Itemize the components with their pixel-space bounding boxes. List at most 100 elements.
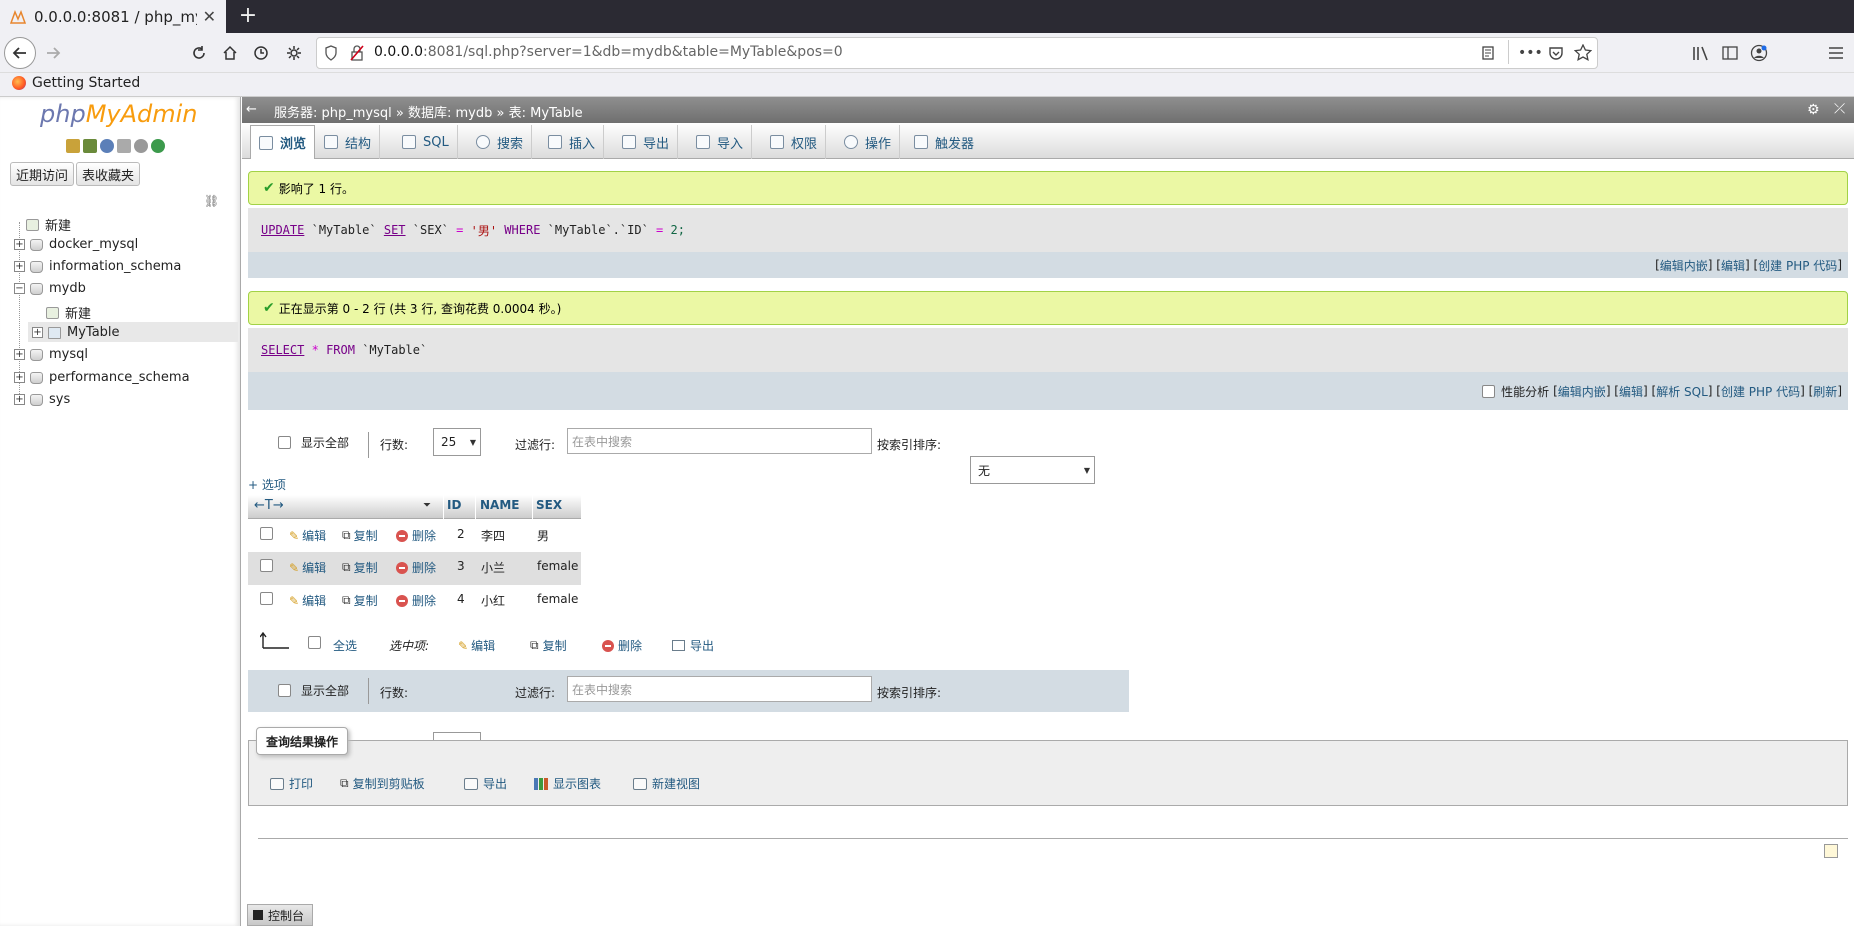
collapse-nav-icon[interactable]: ← [246, 102, 257, 117]
row-copy[interactable]: ⧉ 复制 [342, 592, 378, 609]
expand-icon[interactable]: + [14, 349, 25, 360]
tab-import[interactable]: 导入 [688, 125, 753, 159]
reload-button[interactable] [184, 38, 214, 68]
logout-icon[interactable] [83, 139, 97, 153]
tree-item-sys[interactable]: + sys [14, 392, 70, 407]
bookmark-star-icon[interactable] [1574, 44, 1592, 62]
tree-item-mytable[interactable]: + MyTable [32, 325, 120, 340]
sql-keyword[interactable]: SET [384, 223, 406, 237]
account-icon[interactable] [1750, 44, 1768, 62]
site-info-icon[interactable] [324, 45, 338, 61]
column-header-id[interactable]: ID [447, 498, 461, 512]
favorites-button[interactable]: 表收藏夹 [76, 162, 141, 186]
settings-gear-icon[interactable]: ⚙ [1807, 102, 1820, 118]
edit-inline-link[interactable]: 编辑内嵌 [1660, 257, 1708, 274]
history-button[interactable] [246, 38, 276, 68]
column-menu-arrow-icon[interactable]: ⏷ [423, 500, 431, 511]
cell-sex[interactable]: 男 [537, 527, 549, 544]
breadcrumb-table[interactable]: 表: MyTable [509, 106, 583, 121]
row-delete[interactable]: 删除 [396, 559, 436, 576]
edit-link[interactable]: 编辑 [1721, 257, 1745, 274]
settings-icon[interactable] [134, 139, 148, 153]
expand-icon[interactable]: + [14, 239, 25, 250]
home-button[interactable] [215, 38, 245, 68]
tab-insert[interactable]: 插入 [540, 125, 605, 159]
sql-keyword[interactable]: SELECT [261, 343, 304, 357]
tab-sql[interactable]: SQL [394, 125, 458, 159]
extensions-button[interactable] [279, 38, 309, 68]
tree-item-mysql[interactable]: + mysql [14, 347, 88, 362]
tree-item-performance_schema[interactable]: + performance_schema [14, 370, 190, 385]
check-all-checkbox[interactable] [308, 636, 321, 649]
breadcrumb-database[interactable]: 数据库: mydb [408, 106, 492, 121]
docs-icon[interactable] [117, 139, 131, 153]
tab-browse[interactable]: 浏览 [250, 125, 316, 159]
bulk-export[interactable]: 导出 [672, 637, 714, 654]
bulk-delete[interactable]: 删除 [602, 637, 642, 654]
expand-icon[interactable]: + [14, 372, 25, 383]
back-button[interactable] [4, 37, 36, 69]
row-edit[interactable]: ✎ 编辑 [289, 527, 326, 544]
close-tab-icon[interactable]: ✕ [203, 7, 216, 26]
show-all-checkbox[interactable] [278, 684, 291, 697]
tab-triggers[interactable]: 触发器 [906, 125, 982, 159]
column-header-sex[interactable]: SEX [536, 498, 562, 512]
tree-item-mydb[interactable]: − mydb [14, 281, 86, 296]
check-all-label[interactable]: 全选 [333, 637, 357, 654]
browser-tab[interactable]: 0.0.0.0:8081 / php_mysql ✕ [0, 0, 226, 33]
reader-view-icon[interactable] [1480, 45, 1496, 61]
link-chain-icon[interactable]: ⛓ [204, 194, 219, 208]
pocket-icon[interactable] [1548, 45, 1564, 61]
rows-select[interactable]: 25 ▼ [433, 428, 481, 456]
copy-clipboard-action[interactable]: ⧉ 复制到剪贴板 [340, 775, 425, 792]
library-icon[interactable] [1692, 45, 1710, 61]
bookmark-getting-started[interactable]: Getting Started [12, 75, 140, 91]
cell-sex[interactable]: female [537, 559, 578, 573]
expand-icon[interactable]: + [14, 394, 25, 405]
forward-button[interactable] [38, 38, 68, 68]
cell-name[interactable]: 李四 [481, 527, 505, 544]
show-all-checkbox[interactable] [278, 436, 291, 449]
cell-id[interactable]: 3 [457, 559, 465, 573]
edit-link[interactable]: 编辑 [1619, 383, 1643, 400]
tab-privileges[interactable]: 权限 [762, 125, 827, 159]
insecure-lock-icon[interactable] [350, 45, 364, 61]
column-header-name[interactable]: NAME [480, 498, 519, 512]
refresh-link[interactable]: 刷新 [1813, 383, 1837, 400]
filter-input[interactable]: 在表中搜索 [567, 676, 872, 702]
phpmyadmin-logo[interactable]: phpMyAdmin [40, 100, 198, 128]
tab-structure[interactable]: 结构 [316, 125, 381, 159]
tab-export[interactable]: 导出 [614, 125, 679, 159]
options-link[interactable]: + 选项 [248, 476, 286, 493]
row-copy[interactable]: ⧉ 复制 [342, 527, 378, 544]
home-icon[interactable] [66, 139, 80, 153]
sidebar-toggle-icon[interactable] [1722, 45, 1738, 61]
cell-id[interactable]: 2 [457, 527, 465, 541]
create-php-link[interactable]: 创建 PHP 代码 [1721, 383, 1800, 400]
row-checkbox[interactable] [260, 559, 273, 572]
cell-id[interactable]: 4 [457, 592, 465, 606]
row-delete[interactable]: 删除 [396, 527, 436, 544]
close-panel-icon[interactable]: ⤫ [1834, 101, 1845, 117]
create-php-link[interactable]: 创建 PHP 代码 [1758, 257, 1837, 274]
hamburger-menu-icon[interactable] [1828, 46, 1844, 60]
explain-sql-link[interactable]: 解析 SQL [1656, 383, 1708, 400]
reload-nav-icon[interactable] [151, 139, 165, 153]
create-view-action[interactable]: 新建视图 [633, 775, 700, 792]
edit-inline-link[interactable]: 编辑内嵌 [1558, 383, 1606, 400]
sort-select[interactable]: 无▼ [970, 456, 1095, 484]
new-tab-button[interactable]: + [234, 4, 262, 30]
row-edit[interactable]: ✎ 编辑 [289, 592, 326, 609]
row-edit[interactable]: ✎ 编辑 [289, 559, 326, 576]
expand-icon[interactable]: + [14, 261, 25, 272]
tree-item-new[interactable]: 新建 [26, 215, 71, 234]
cell-sex[interactable]: female [537, 592, 578, 606]
row-copy[interactable]: ⧉ 复制 [342, 559, 378, 576]
print-action[interactable]: 打印 [270, 775, 313, 792]
sql-keyword[interactable]: UPDATE [261, 223, 304, 237]
tree-item-mydb-new[interactable]: 新建 [46, 303, 91, 322]
console-toggle[interactable]: 控制台 [247, 904, 313, 926]
bulk-edit[interactable]: ✎ 编辑 [458, 637, 495, 654]
row-checkbox[interactable] [260, 527, 273, 540]
cell-name[interactable]: 小兰 [481, 559, 505, 576]
